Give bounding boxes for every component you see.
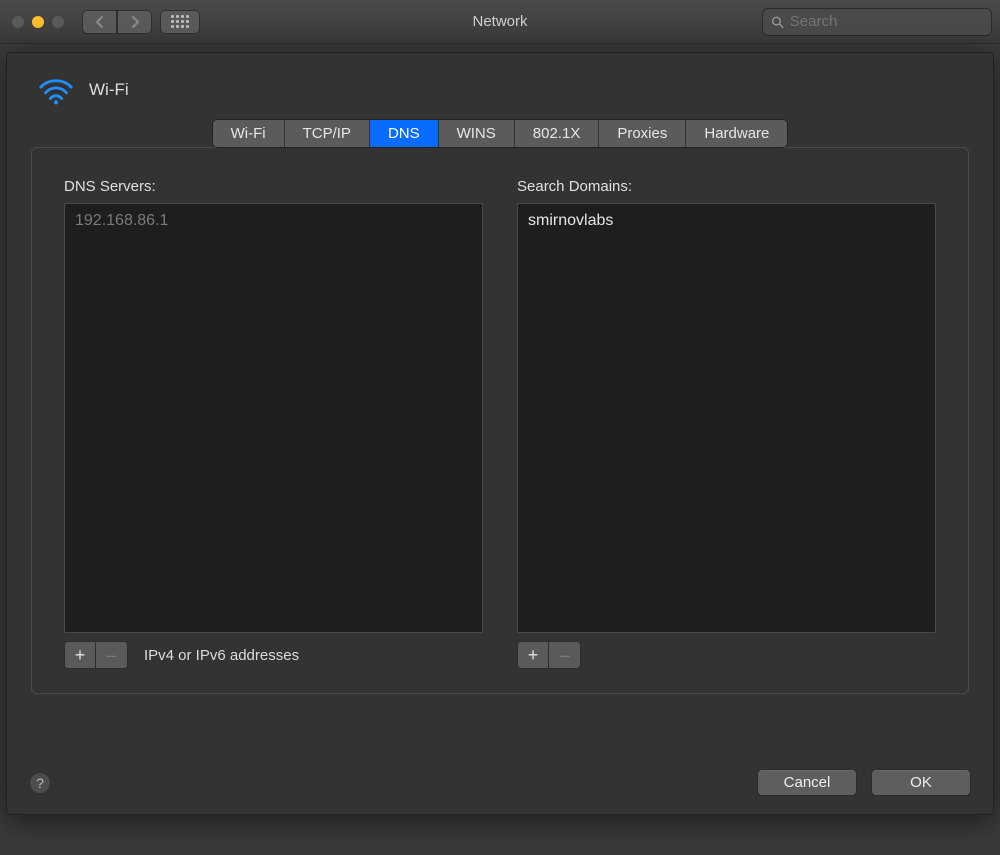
tab-wins[interactable]: WINS (439, 120, 515, 147)
preferences-window: Network Wi-Fi Wi-FiTCP/IPDNSWINS802.1XPr… (0, 0, 1000, 855)
tab-wifi[interactable]: Wi-Fi (213, 120, 285, 147)
dns-pane: DNS Servers: 192.168.86.1 + – IPv4 or IP… (31, 147, 969, 694)
grid-icon (171, 15, 189, 28)
search-domain-item[interactable]: smirnovlabs (528, 210, 925, 232)
dns-servers-pm: + – (64, 641, 128, 669)
window-controls (12, 16, 64, 28)
sheet-footer: ? Cancel OK (29, 769, 971, 796)
zoom-window-button[interactable] (52, 16, 64, 28)
tab-8021x[interactable]: 802.1X (515, 120, 600, 147)
wifi-icon (37, 75, 75, 105)
search-domains-column: Search Domains: smirnovlabs + – (517, 178, 936, 669)
remove-search-domain-button[interactable]: – (549, 641, 581, 669)
search-field[interactable] (762, 8, 992, 36)
nav-buttons (82, 10, 152, 34)
close-window-button[interactable] (12, 16, 24, 28)
dns-servers-list[interactable]: 192.168.86.1 (64, 203, 483, 633)
search-domains-pm: + – (517, 641, 581, 669)
tab-proxies[interactable]: Proxies (599, 120, 686, 147)
back-button[interactable] (82, 10, 117, 34)
tab-dns[interactable]: DNS (370, 120, 439, 147)
search-domains-list[interactable]: smirnovlabs (517, 203, 936, 633)
cancel-button[interactable]: Cancel (757, 769, 857, 796)
minimize-window-button[interactable] (32, 16, 44, 28)
dns-servers-column: DNS Servers: 192.168.86.1 + – IPv4 or IP… (64, 178, 483, 669)
advanced-sheet: Wi-Fi Wi-FiTCP/IPDNSWINS802.1XProxiesHar… (6, 52, 994, 815)
add-dns-server-button[interactable]: + (64, 641, 96, 669)
tab-tcpip[interactable]: TCP/IP (285, 120, 370, 147)
tab-bar: Wi-FiTCP/IPDNSWINS802.1XProxiesHardware (212, 119, 789, 148)
interface-header: Wi-Fi (31, 71, 969, 119)
interface-name: Wi-Fi (89, 80, 129, 100)
show-all-button[interactable] (160, 10, 200, 34)
search-input[interactable] (790, 13, 983, 30)
dns-server-item[interactable]: 192.168.86.1 (75, 210, 472, 232)
title-bar: Network (0, 0, 1000, 44)
dns-servers-hint: IPv4 or IPv6 addresses (144, 647, 299, 664)
add-search-domain-button[interactable]: + (517, 641, 549, 669)
tabs: Wi-FiTCP/IPDNSWINS802.1XProxiesHardware (31, 119, 969, 148)
ok-button[interactable]: OK (871, 769, 971, 796)
search-domains-label: Search Domains: (517, 178, 936, 195)
forward-button[interactable] (117, 10, 152, 34)
help-button[interactable]: ? (29, 772, 51, 794)
tab-hardware[interactable]: Hardware (686, 120, 787, 147)
search-icon (771, 15, 784, 29)
dns-servers-label: DNS Servers: (64, 178, 483, 195)
remove-dns-server-button[interactable]: – (96, 641, 128, 669)
